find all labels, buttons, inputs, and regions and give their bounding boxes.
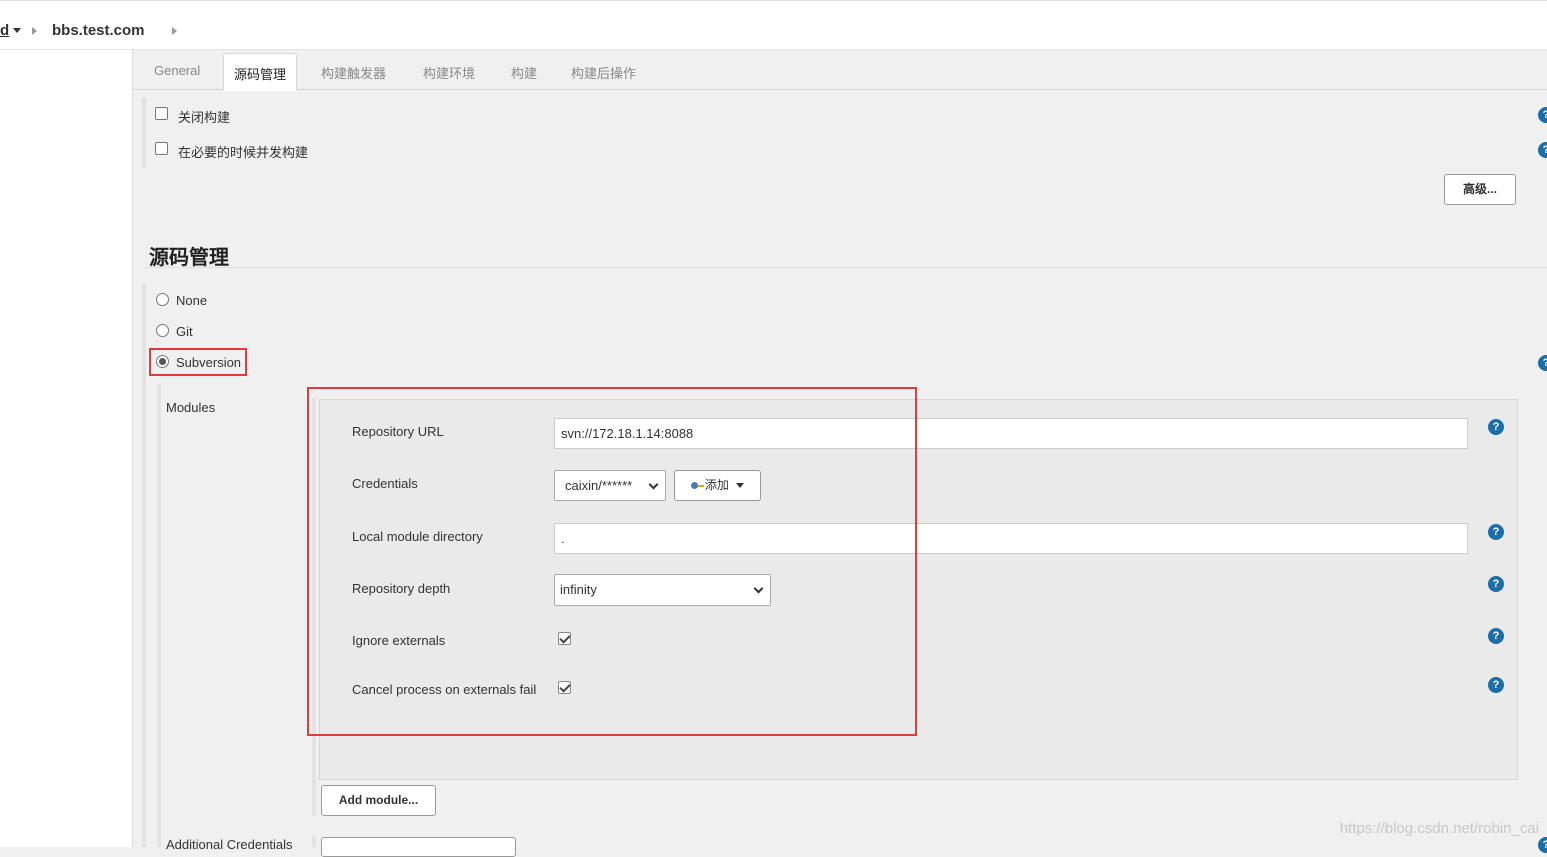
help-icon[interactable]: ?: [1488, 419, 1504, 435]
breadcrumb-current-link[interactable]: bbs.test.com: [52, 22, 145, 39]
scm-git-label: Git: [176, 324, 193, 339]
help-icon[interactable]: ?: [1538, 107, 1547, 123]
page-title: 源码管理: [149, 247, 229, 269]
help-icon[interactable]: ?: [1538, 142, 1547, 158]
tab-source-code-management[interactable]: 源码管理: [223, 53, 298, 91]
concurrent-build-checkbox[interactable]: [155, 142, 168, 155]
section-divider: [145, 267, 1547, 268]
additional-credentials-label: Additional Credentials: [166, 837, 293, 852]
subsection-indent-bar: [157, 384, 161, 847]
breadcrumb-separator-icon: [32, 27, 37, 35]
help-icon[interactable]: ?: [1488, 524, 1504, 540]
scm-subversion-label: Subversion: [176, 355, 242, 370]
tab-post-build-actions[interactable]: 构建后操作: [571, 63, 636, 82]
tab-general[interactable]: General: [154, 63, 200, 78]
help-icon[interactable]: ?: [1488, 628, 1504, 644]
section-indent-bar: [142, 284, 146, 847]
modules-label: Modules: [166, 400, 216, 415]
help-icon[interactable]: ?: [1488, 677, 1504, 693]
tab-build-triggers[interactable]: 构建触发器: [321, 63, 386, 82]
breadcrumb-parent-link[interactable]: d: [0, 22, 9, 39]
scm-none-radio[interactable]: [156, 293, 169, 306]
help-icon[interactable]: ?: [1538, 837, 1547, 853]
concurrent-build-label: 在必要的时候并发构建: [178, 145, 309, 160]
scm-git-radio[interactable]: [156, 324, 169, 337]
tab-build-environment[interactable]: 构建环境: [423, 63, 475, 82]
highlight-box: [307, 387, 917, 736]
breadcrumb-separator-icon[interactable]: [172, 27, 177, 35]
config-tab-bar: General 源码管理 构建触发器 构建环境 构建 构建后操作: [133, 50, 1547, 91]
disable-build-label: 关闭构建: [178, 110, 231, 125]
side-panel: [0, 50, 133, 847]
chevron-down-icon[interactable]: [13, 28, 21, 33]
breadcrumb: d bbs.test.com: [0, 0, 1547, 50]
help-icon[interactable]: ?: [1488, 576, 1504, 592]
disable-build-checkbox[interactable]: [155, 107, 168, 120]
advanced-button[interactable]: 高级...: [1444, 174, 1516, 205]
section-indent-bar: [142, 98, 146, 168]
help-icon[interactable]: ?: [1538, 355, 1547, 371]
watermark: https://blog.csdn.net/robin_cai: [1339, 820, 1539, 837]
scm-subversion-radio[interactable]: [156, 355, 169, 368]
additional-credentials-add-button[interactable]: [321, 837, 516, 857]
additional-credentials-indent-bar: [312, 836, 316, 847]
scm-none-label: None: [176, 293, 208, 308]
tab-build[interactable]: 构建: [511, 63, 537, 82]
add-module-button[interactable]: Add module...: [321, 785, 436, 816]
